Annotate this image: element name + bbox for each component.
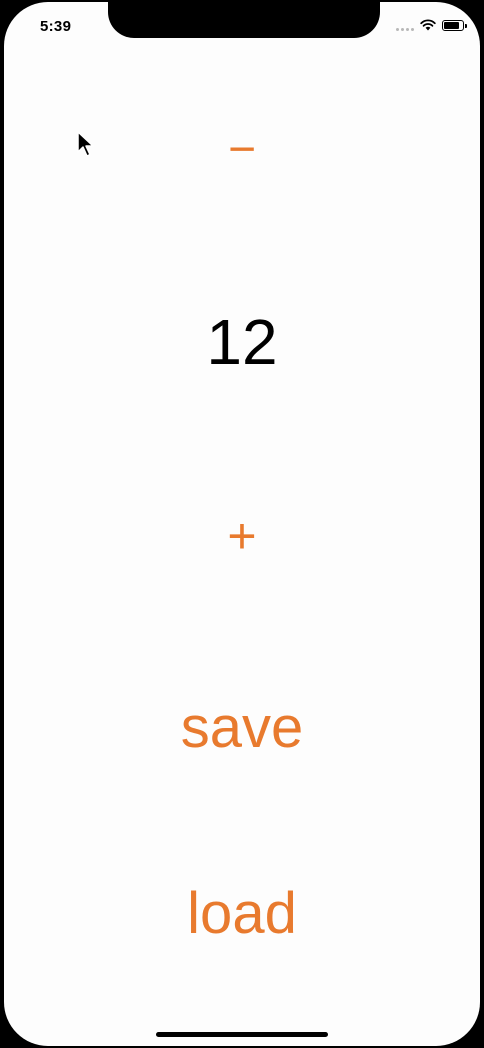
battery-fill	[444, 21, 459, 29]
device-frame: 5:39 − 12 + save load	[0, 0, 484, 1048]
signal-icon	[396, 19, 414, 31]
home-indicator[interactable]	[156, 1032, 328, 1037]
status-icons	[396, 17, 467, 33]
wifi-icon	[420, 19, 436, 31]
increment-button[interactable]: +	[4, 504, 480, 568]
counter-value: 12	[206, 306, 278, 378]
save-button[interactable]: save	[4, 692, 480, 764]
status-time: 5:39	[40, 18, 72, 35]
battery-icon	[442, 19, 467, 31]
decrement-button[interactable]: −	[4, 120, 480, 180]
device-notch	[108, 2, 380, 38]
load-button[interactable]: load	[4, 878, 480, 950]
app-screen: 5:39 − 12 + save load	[4, 2, 480, 1046]
